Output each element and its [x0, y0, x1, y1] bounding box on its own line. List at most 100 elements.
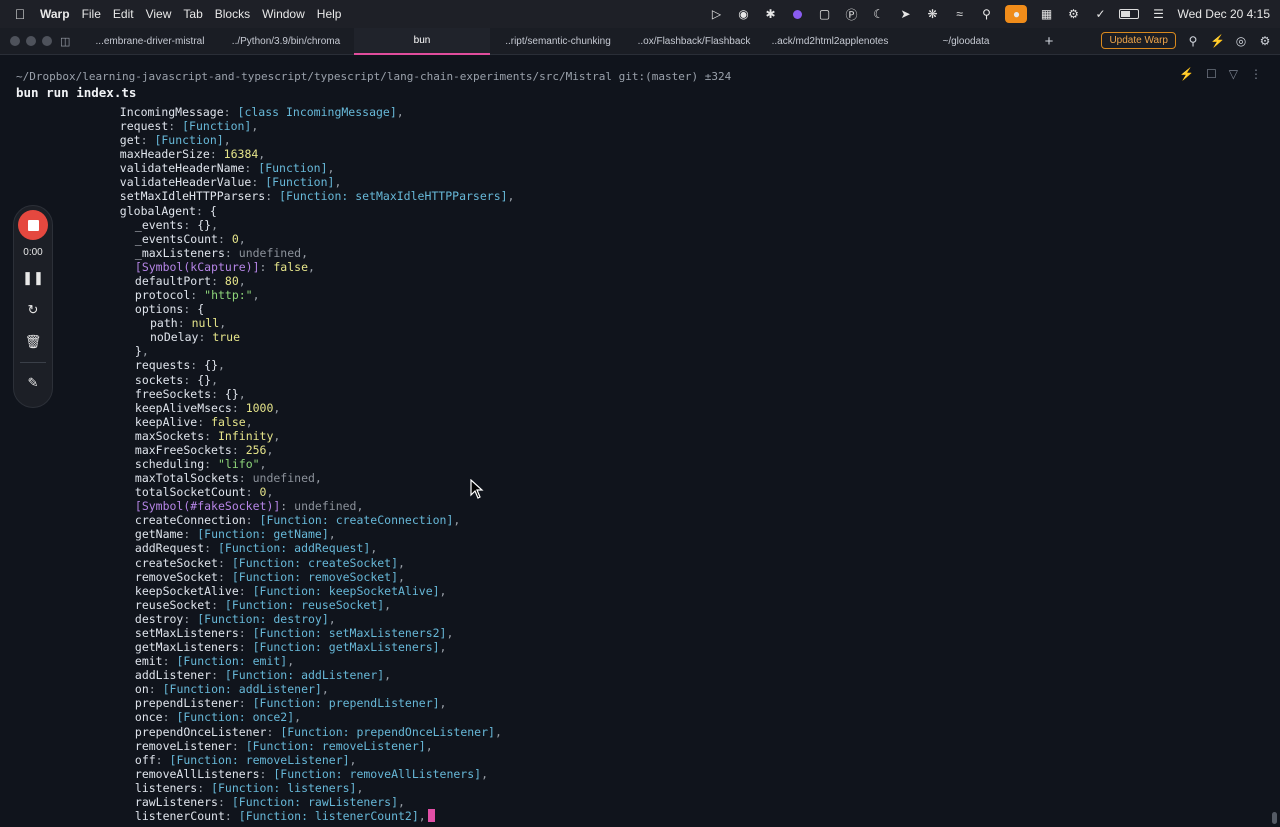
purple-dot-icon[interactable] — [789, 6, 805, 22]
battery-icon[interactable] — [1119, 9, 1140, 19]
menu-app-name[interactable]: Warp — [40, 7, 80, 21]
pause-icon[interactable]: ❚❚ — [21, 266, 45, 290]
output-token: [Function: removeSocket] — [231, 569, 399, 584]
output-line: removeSocket: [Function: removeSocket], — [135, 570, 405, 584]
more-options-icon[interactable]: ⋮ — [1250, 67, 1262, 81]
command-block-header: ~/Dropbox/learning-javascript-and-typesc… — [0, 55, 1280, 107]
bookmark-icon[interactable]: ☐ — [1206, 67, 1217, 81]
window-controls — [10, 36, 60, 46]
grid-icon[interactable]: ▦ — [1038, 6, 1054, 22]
output-token: protocol — [134, 288, 191, 303]
tab-gloodata[interactable]: ~/gloodata — [898, 28, 1034, 55]
output-token: : — [211, 597, 225, 612]
notification-icon[interactable]: ✓ — [1092, 6, 1108, 22]
output-token: [Function: createConnection] — [259, 513, 454, 528]
settings-gear-icon[interactable]: ⚙ — [1258, 34, 1272, 48]
ai-lightning-icon[interactable]: ⚡ — [1179, 67, 1194, 81]
new-tab-button[interactable]: + — [1034, 33, 1064, 50]
minimize-window-button[interactable] — [26, 36, 36, 46]
stop-recording-button[interactable] — [18, 210, 48, 240]
trash-icon[interactable]: 🗑 — [21, 330, 45, 354]
tab-semantic-chunking[interactable]: ..ript/semantic-chunking — [490, 28, 626, 55]
tab-flashback[interactable]: ..ox/Flashback/Flashback — [626, 28, 762, 55]
sidebar-toggle-icon[interactable]: ◫ — [60, 35, 82, 48]
output-line: sockets: {}, — [135, 373, 218, 387]
p-app-icon[interactable]: Ⓟ — [843, 6, 859, 22]
menu-blocks[interactable]: Blocks — [215, 7, 260, 21]
output-token: , — [446, 625, 454, 640]
output-token: addRequest — [134, 541, 205, 556]
menu-view[interactable]: View — [146, 7, 182, 21]
menu-help[interactable]: Help — [317, 7, 352, 21]
tab-bar: ◫ ...embrane-driver-mistral ../Python/3.… — [0, 27, 1280, 55]
tab-bun[interactable]: bun — [354, 27, 490, 55]
output-token: prependListener — [134, 696, 239, 711]
close-window-button[interactable] — [10, 36, 20, 46]
display-icon[interactable]: ▢ — [816, 6, 832, 22]
camera-icon[interactable]: ◉ — [735, 6, 751, 22]
bluetooth-icon[interactable]: ✱ — [762, 6, 778, 22]
command-text[interactable]: bun run index.ts — [16, 85, 136, 100]
search-icon[interactable]: ⚲ — [1186, 34, 1200, 48]
output-line: listeners: [Function: listeners], — [135, 781, 364, 795]
output-token: : — [183, 302, 198, 317]
output-token: listenerCount — [134, 809, 225, 823]
output-token: [Function: addListener] — [162, 682, 322, 697]
output-token: maxHeaderSize — [119, 147, 210, 162]
output-token: , — [259, 457, 267, 471]
output-token: keepAliveMsecs — [134, 400, 232, 415]
output-token: : — [217, 555, 232, 570]
output-token: , — [356, 499, 364, 514]
update-warp-button[interactable]: Update Warp — [1101, 32, 1176, 49]
output-token: , — [141, 344, 149, 359]
lightning-icon[interactable]: ⚡ — [1210, 34, 1225, 48]
tab-membrane-driver-mistral[interactable]: ...embrane-driver-mistral — [82, 28, 218, 55]
output-token: { — [209, 203, 217, 218]
wifi-icon[interactable]: ≈ — [951, 6, 967, 22]
command-output[interactable]: IncomingMessage: [class IncomingMessage]… — [0, 105, 1270, 827]
output-token: : — [251, 175, 266, 190]
gear-icon[interactable]: ⚙ — [1065, 6, 1081, 22]
microphone-icon[interactable]: ● — [1005, 5, 1028, 23]
output-line: getName: [Function: getName], — [135, 527, 336, 541]
menu-edit[interactable]: Edit — [113, 7, 144, 21]
restart-icon[interactable]: ↻ — [21, 298, 45, 322]
output-token: , — [273, 428, 281, 443]
output-line: addRequest: [Function: addRequest], — [135, 541, 377, 555]
play-circle-icon[interactable]: ▷ — [708, 6, 724, 22]
output-token: [Function: removeListener] — [169, 752, 350, 767]
zoom-window-button[interactable] — [42, 36, 52, 46]
filter-icon[interactable]: ▽ — [1229, 67, 1238, 81]
menu-tab[interactable]: Tab — [183, 7, 212, 21]
output-token: 0 — [231, 231, 239, 246]
output-token: , — [273, 400, 281, 415]
terminal-pane[interactable]: ~/Dropbox/learning-javascript-and-typesc… — [0, 55, 1280, 827]
menu-bar:  Warp File Edit View Tab Blocks Window … — [0, 0, 1280, 28]
output-token: : — [211, 273, 225, 288]
search-icon[interactable]: ⚲ — [978, 6, 994, 22]
menu-file[interactable]: File — [82, 7, 111, 21]
control-center-icon[interactable]: ☰ — [1150, 6, 1166, 22]
tab-python-chroma[interactable]: ../Python/3.9/bin/chroma — [218, 28, 354, 55]
output-token: _eventsCount — [134, 231, 218, 246]
output-token: [Function: addListener] — [224, 668, 385, 683]
output-token: , — [453, 513, 461, 528]
output-token: removeAllListeners — [134, 766, 260, 781]
menu-window[interactable]: Window — [262, 7, 315, 21]
scrollbar[interactable] — [1272, 812, 1277, 824]
nav-arrow-icon[interactable]: ➤ — [897, 6, 913, 22]
pencil-icon[interactable]: ✎ — [21, 371, 45, 395]
output-token: setMaxIdleHTTPParsers — [119, 189, 266, 204]
moon-icon[interactable]: ☾ — [870, 6, 886, 22]
output-token: , — [223, 133, 231, 148]
output-token: : — [209, 147, 224, 162]
butterfly-icon[interactable]: ❋ — [924, 6, 940, 22]
output-token: [Function: keepSocketAlive] — [252, 583, 440, 598]
lightbulb-icon[interactable]: ◎ — [1234, 34, 1248, 48]
output-token: off — [134, 752, 156, 767]
output-token: , — [266, 442, 274, 457]
tab-md2html2applenotes[interactable]: ..ack/md2html2applenotes — [762, 28, 898, 55]
clock[interactable]: Wed Dec 20 4:15 — [1177, 7, 1270, 21]
apple-icon[interactable]:  — [0, 6, 40, 22]
output-token: , — [328, 611, 336, 626]
